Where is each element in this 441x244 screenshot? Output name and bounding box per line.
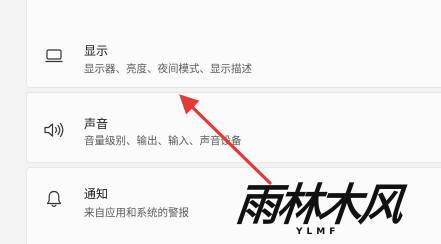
monitor-icon bbox=[43, 45, 65, 67]
settings-item-sound[interactable]: 声音 音量级别、输出、输入、声音设备 bbox=[26, 92, 441, 163]
watermark-logo: 雨林木风 YLMF bbox=[233, 180, 436, 242]
settings-item-description: 显示器、亮度、夜间模式、显示描述 bbox=[84, 63, 252, 75]
settings-item-title: 通知 bbox=[84, 187, 109, 201]
settings-item-description: 音量级别、输出、输入、声音设备 bbox=[84, 135, 242, 147]
watermark-text: 雨林木风 bbox=[233, 180, 403, 231]
watermark-subtext: YLMF bbox=[296, 227, 340, 237]
settings-item-display[interactable]: 显示 显示器、亮度、夜间模式、显示描述 bbox=[26, 0, 441, 88]
settings-item-title: 显示 bbox=[84, 44, 109, 58]
speaker-icon bbox=[43, 119, 65, 141]
settings-item-title: 声音 bbox=[84, 117, 109, 131]
settings-item-description: 来自应用和系统的警报 bbox=[84, 207, 189, 219]
bell-icon bbox=[43, 188, 65, 210]
